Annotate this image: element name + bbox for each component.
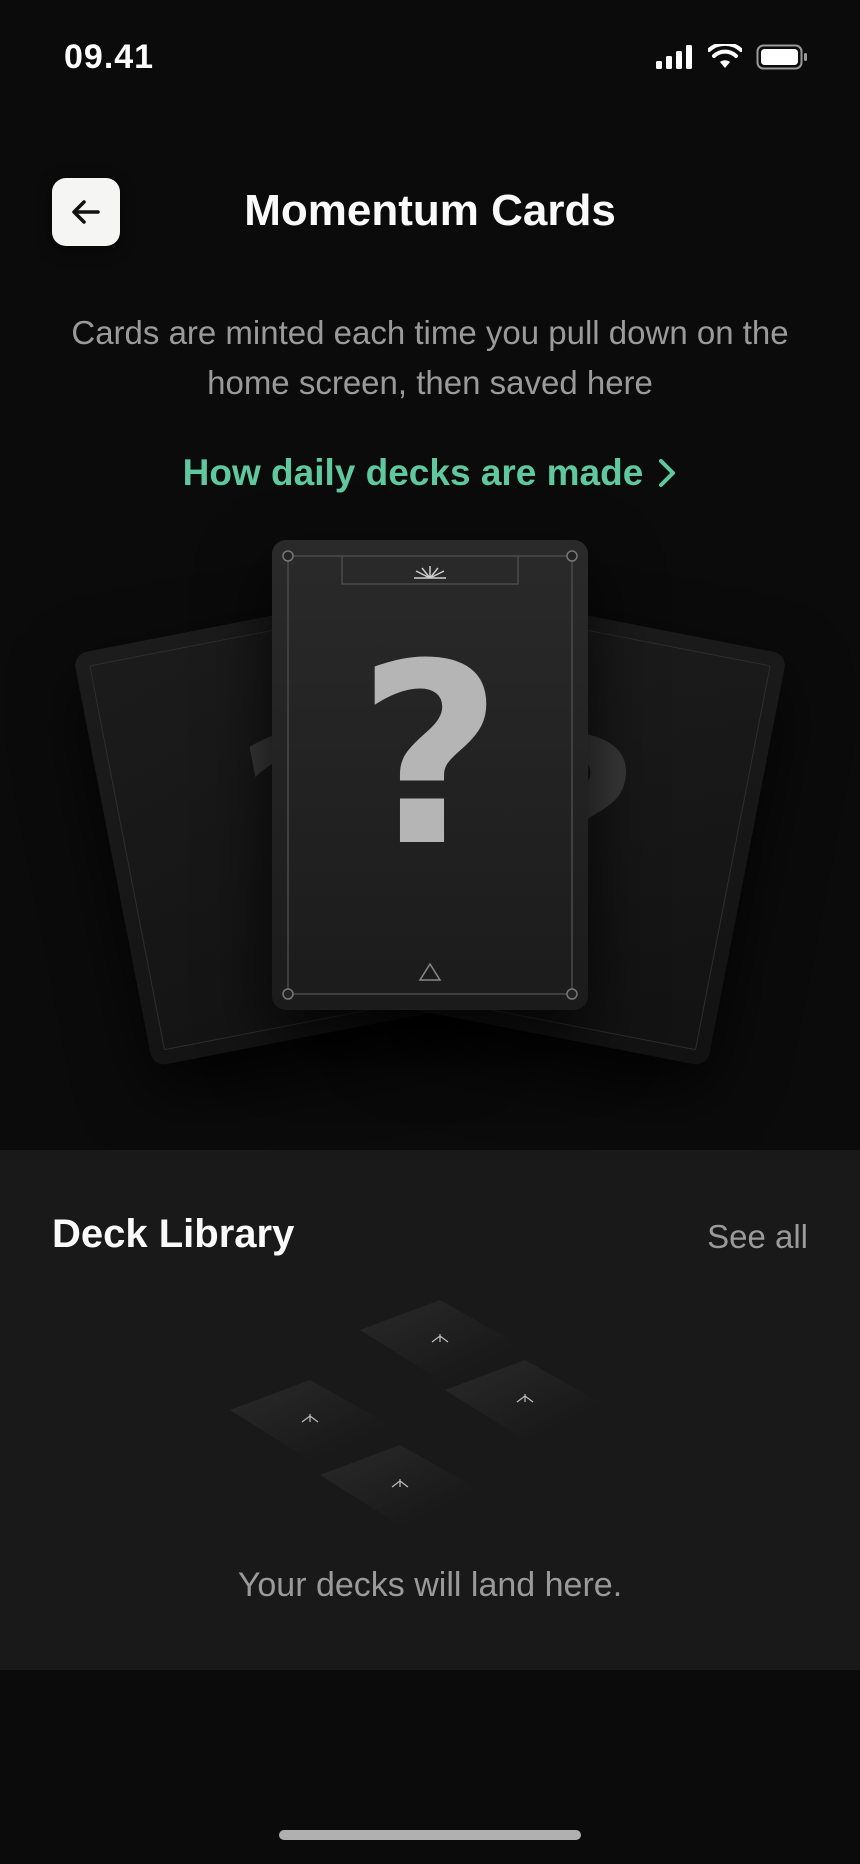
battery-icon [756,44,807,70]
status-icons [656,44,808,70]
deck-library-title: Deck Library [52,1212,295,1256]
mystery-card-center[interactable]: ? [272,540,588,1010]
home-indicator[interactable] [279,1830,581,1840]
page-title: Momentum Cards [244,186,616,235]
empty-decks-message: Your decks will land here. [237,1566,623,1604]
deck-library-section: Deck Library See all Your decks will lan… [0,1150,860,1670]
wifi-icon [708,44,742,68]
mystery-cards-stack: ? ? ? [0,530,860,1090]
deck-tile [230,1300,605,1525]
how-decks-are-made-link[interactable]: How daily decks are made [0,452,860,494]
empty-decks-illustration [230,1300,605,1525]
cellular-signal-icon [656,45,692,69]
status-time: 09.41 [64,38,155,76]
header: Momentum Cards [0,178,860,248]
link-label: How daily decks are made [182,452,644,493]
chevron-right-icon [659,459,676,487]
intro-subtitle: Cards are minted each time you pull down… [71,314,789,401]
question-mark-icon: ? [357,610,503,901]
status-bar: 09.41 [0,0,860,120]
see-all-link[interactable]: See all [707,1218,808,1256]
